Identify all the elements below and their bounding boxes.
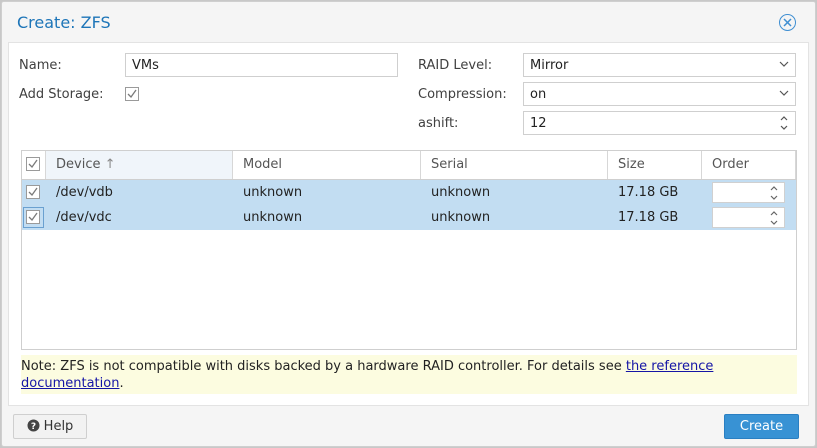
raid-level-select[interactable]: Mirror	[523, 53, 796, 77]
raid-warning-note: Note: ZFS is not compatible with disks b…	[21, 355, 797, 394]
spinner-icon[interactable]	[769, 209, 779, 227]
note-suffix: .	[119, 376, 124, 391]
cell-serial: unknown	[431, 185, 491, 200]
chevron-down-icon	[779, 58, 789, 74]
column-serial-label: Serial	[431, 157, 468, 172]
spinner-icon[interactable]	[779, 114, 789, 136]
raid-level-value: Mirror	[530, 58, 569, 73]
dialog-body: Name: VMs Add Storage: RAID Level: Mirro…	[8, 42, 809, 406]
sort-asc-icon: ↑	[104, 157, 116, 172]
order-spinner[interactable]	[712, 207, 785, 228]
row-checkbox[interactable]	[22, 180, 46, 205]
chevron-down-icon	[779, 87, 789, 103]
cell-model: unknown	[243, 210, 303, 225]
column-model-label: Model	[243, 157, 283, 172]
order-spinner[interactable]	[712, 182, 785, 203]
column-size-label: Size	[618, 157, 645, 172]
cell-size: 17.18 GB	[618, 210, 679, 225]
cell-device: /dev/vdb	[56, 185, 113, 200]
compression-select[interactable]: on	[523, 82, 796, 106]
table-row[interactable]: /dev/vdb unknown unknown 17.18 GB	[22, 180, 796, 205]
close-icon[interactable]	[779, 14, 796, 31]
select-all-checkbox[interactable]	[22, 151, 46, 179]
ashift-label: ashift:	[418, 116, 459, 131]
column-header-size[interactable]: Size	[608, 151, 702, 179]
dialog-titlebar[interactable]: Create: ZFS	[2, 2, 815, 42]
help-button[interactable]: ? Help	[13, 414, 87, 439]
spinner-icon[interactable]	[769, 184, 779, 202]
raid-level-label: RAID Level:	[418, 58, 493, 73]
add-storage-checkbox[interactable]	[125, 87, 139, 101]
create-button-label: Create	[739, 419, 784, 434]
column-header-order[interactable]: Order	[702, 151, 796, 179]
ashift-input[interactable]: 12	[523, 111, 796, 135]
cell-model: unknown	[243, 185, 303, 200]
ashift-value: 12	[530, 116, 547, 131]
cell-device: /dev/vdc	[56, 210, 112, 225]
cell-serial: unknown	[431, 210, 491, 225]
help-button-label: Help	[43, 419, 74, 434]
name-input-value: VMs	[132, 58, 159, 73]
create-button[interactable]: Create	[724, 414, 799, 439]
svg-text:?: ?	[31, 422, 36, 432]
add-storage-label: Add Storage:	[19, 87, 104, 102]
column-device-label: Device	[56, 157, 101, 172]
column-header-model[interactable]: Model	[233, 151, 421, 179]
disk-grid: Device ↑ Model Serial Size Order /dev/vd…	[21, 150, 797, 350]
column-header-device[interactable]: Device ↑	[46, 151, 233, 179]
name-input[interactable]: VMs	[125, 53, 398, 77]
grid-header: Device ↑ Model Serial Size Order	[22, 151, 796, 180]
note-text: Note: ZFS is not compatible with disks b…	[21, 359, 626, 374]
cell-size: 17.18 GB	[618, 185, 679, 200]
row-checkbox[interactable]	[22, 205, 46, 230]
dialog-title: Create: ZFS	[17, 13, 111, 32]
column-header-serial[interactable]: Serial	[421, 151, 608, 179]
compression-value: on	[530, 87, 547, 102]
table-row[interactable]: /dev/vdc unknown unknown 17.18 GB	[22, 205, 796, 230]
column-order-label: Order	[712, 157, 749, 172]
compression-label: Compression:	[418, 87, 507, 102]
question-circle-icon: ?	[27, 419, 40, 432]
create-zfs-dialog: Create: ZFS Name: VMs Add Storage: RAID …	[1, 1, 816, 447]
name-label: Name:	[19, 58, 62, 73]
